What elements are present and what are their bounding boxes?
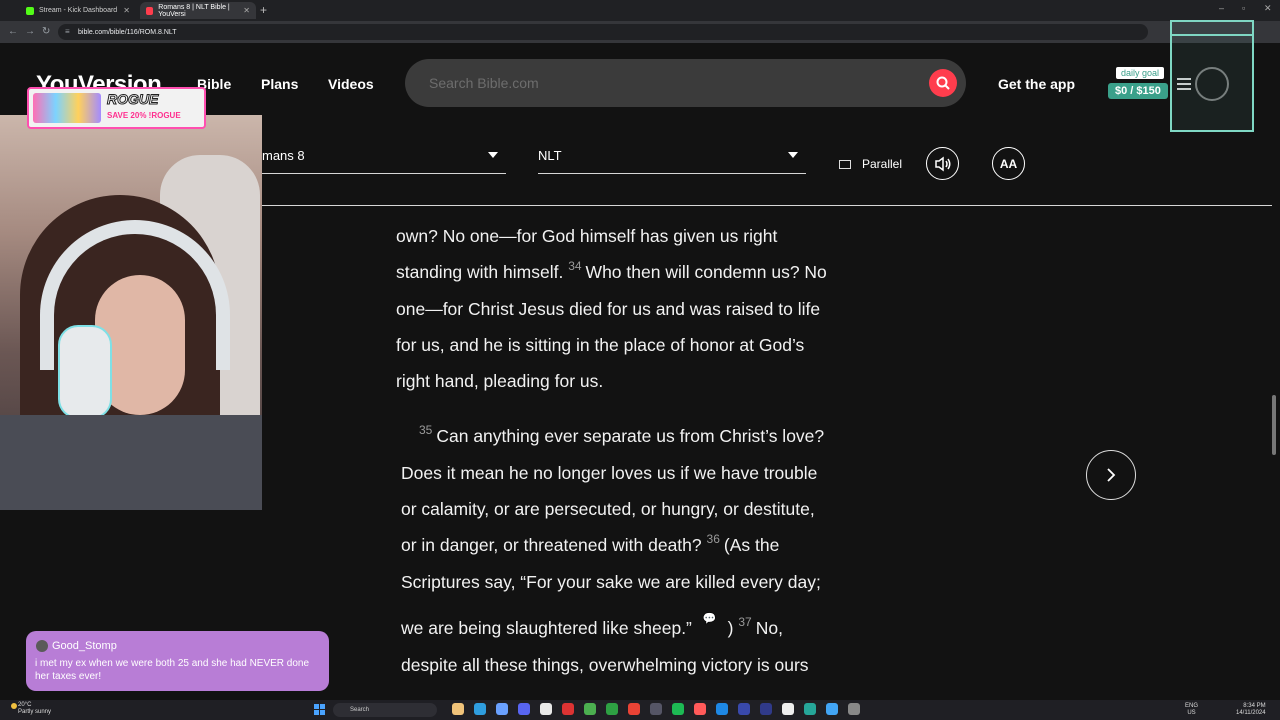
verse-number: 35 [419,423,433,437]
steam-icon[interactable] [496,703,508,715]
scripture-line: we are being slaughtered like sheep.” 💬 … [401,613,783,638]
new-tab-button[interactable]: + [260,3,267,17]
start-button[interactable] [314,704,325,715]
scripture-line: 35 Can anything ever separate us from Chr… [419,423,825,446]
verse-number: 37 [738,615,752,629]
app-icon[interactable] [540,703,552,715]
donation-jar [1170,20,1254,132]
taskbar-clock[interactable]: 8:34 PM 14/11/2024 [1236,703,1266,717]
minimize-icon[interactable]: – [1219,3,1224,13]
search-button[interactable] [929,69,957,97]
close-icon[interactable]: ✕ [243,6,250,15]
daily-goal-widget: daily goal $0 / $150 [1108,66,1180,102]
chat-username: Good_Stomp [52,640,117,652]
url-text: bible.com/bible/116/ROM.8.NLT [78,28,177,36]
parallel-label: Parallel [862,157,903,171]
version-select[interactable]: NLT [538,141,806,174]
font-settings-button[interactable]: AA [992,147,1025,180]
scripture-line: own? No one—for God himself has given us… [396,226,778,246]
address-bar-row: ← → ↻ ≡ bible.com/bible/116/ROM.8.NLT [0,21,1280,43]
close-icon[interactable]: ✕ [123,6,130,15]
search-icon [936,76,950,90]
get-app-link[interactable]: Get the app [998,76,1075,92]
book-chapter-value: mans 8 [262,148,305,163]
maximize-icon[interactable]: ▫ [1242,3,1245,13]
webcam-overlay [0,115,262,510]
windows-taskbar: 20°C Partly sunny Search ENG US 8:34 PM … [0,700,1280,720]
kick-icon [26,6,34,15]
youversion-icon [146,6,154,15]
page-scrollbar[interactable] [1272,395,1276,455]
scripture-line: Scriptures say, “For your sake we are ki… [401,572,821,592]
audio-button[interactable] [926,147,959,180]
forward-icon[interactable]: → [25,26,35,37]
spotify-icon[interactable] [672,703,684,715]
discord-icon[interactable] [518,703,530,715]
back-icon[interactable]: ← [8,26,18,37]
app-icon[interactable] [848,703,860,715]
url-input[interactable]: ≡ bible.com/bible/116/ROM.8.NLT [58,24,1148,40]
app-icon[interactable] [760,703,772,715]
close-window-icon[interactable]: ✕ [1264,3,1272,14]
sponsor-product-image [33,93,101,123]
app-icon[interactable] [650,703,662,715]
avatar [36,640,48,652]
sponsor-promo: SAVE 20% !ROGUE [107,111,181,120]
parallel-button[interactable]: Parallel [839,157,902,171]
scripture-line: Does it mean he no longer loves us if we… [401,463,818,483]
chat-message: i met my ex when we were both 25 and she… [35,658,310,682]
app-icon[interactable] [584,703,596,715]
scripture-line: standing with himself. 34 Who then will c… [396,259,827,282]
app-icon[interactable] [716,703,728,715]
chrome-icon[interactable] [628,703,640,715]
file-explorer-icon[interactable] [452,703,464,715]
footnote-icon[interactable]: 💬 [703,612,717,625]
site-info-icon[interactable]: ≡ [65,27,70,36]
goal-value: $0 / $150 [1108,83,1168,99]
nav-videos[interactable]: Videos [328,76,374,92]
app-icon[interactable] [826,703,838,715]
sponsor-banner: ROGUE SAVE 20% !ROGUE [27,87,206,129]
edge-icon[interactable] [474,703,486,715]
verse-number: 34 [568,259,582,273]
scripture-line: or in danger, or threatened with death? … [401,532,780,555]
pinned-apps [452,703,870,715]
scripture-line: one—for Christ Jesus died for us and was… [396,299,821,319]
chat-message-box: Good_Stomp i met my ex when we were both… [26,631,329,691]
next-chapter-button[interactable] [1086,450,1136,500]
app-icon[interactable] [694,703,706,715]
search-input[interactable]: Search Bible.com [429,75,539,91]
parallel-icon [839,159,851,169]
book-chapter-select[interactable]: mans 8 [262,141,506,174]
tab-title: Romans 8 | NLT Bible | YouVersi [158,3,230,18]
goal-label: daily goal [1116,67,1165,79]
taskbar-search[interactable]: Search [333,703,437,717]
reload-icon[interactable]: ↻ [42,26,50,37]
tab-kick-dashboard[interactable]: Stream - Kick Dashboard ✕ [20,2,136,19]
tab-romans-8[interactable]: Romans 8 | NLT Bible | YouVersi ✕ [140,2,256,19]
sponsor-logo: ROGUE [106,91,159,108]
chevron-right-icon [1107,468,1116,482]
nav-plans[interactable]: Plans [261,76,298,92]
speaker-icon [934,156,950,171]
language-indicator[interactable]: ENG US [1185,703,1198,717]
app-icon[interactable] [782,703,794,715]
weather-widget[interactable]: 20°C Partly sunny [11,702,51,716]
app-icon[interactable] [738,703,750,715]
tab-title: Stream - Kick Dashboard [39,7,118,14]
search-bar[interactable]: Search Bible.com [405,59,966,107]
app-icon[interactable] [606,703,618,715]
app-icon[interactable] [804,703,816,715]
scripture-line: or calamity, or are persecuted, or hungr… [401,499,815,519]
scripture-line: despite all these things, overwhelming v… [401,655,809,675]
browser-tab-bar: Stream - Kick Dashboard ✕ Romans 8 | NLT… [0,0,1280,21]
verse-number: 36 [706,532,720,546]
version-value: NLT [538,148,562,163]
app-icon[interactable] [562,703,574,715]
scripture-line: right hand, pleading for us. [396,371,604,391]
chevron-down-icon [788,152,798,158]
scripture-line: for us, and he is sitting in the place o… [396,335,805,355]
chevron-down-icon [488,152,498,158]
weather-icon [11,703,17,709]
